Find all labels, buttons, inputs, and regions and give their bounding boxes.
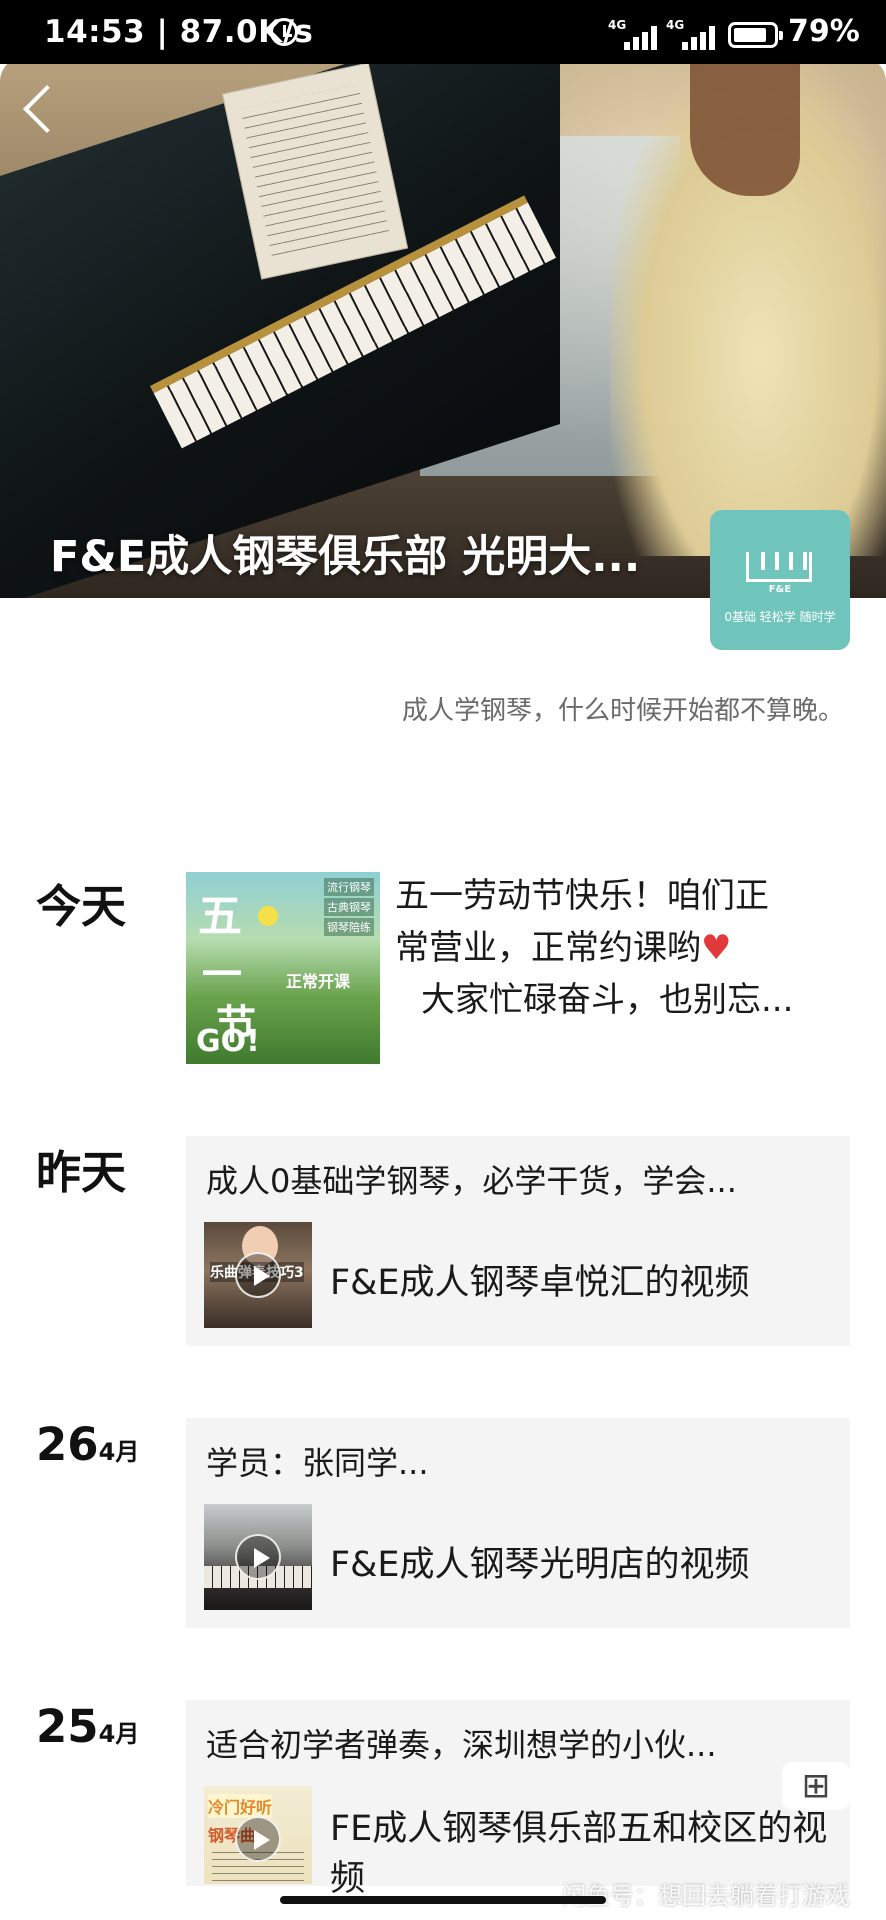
- avatar[interactable]: F&E 0基础 轻松学 随时学: [710, 510, 850, 650]
- day-label-date: 254月: [36, 1700, 139, 1753]
- post-text-line: 常营业，正常约课哟♥: [395, 922, 845, 974]
- thumb-tag: 古典钢琴: [324, 898, 374, 916]
- battery-icon: [728, 22, 783, 48]
- alarm-icon: [270, 18, 298, 46]
- day-label-today: 今天: [36, 880, 127, 933]
- battery-percent: 79%: [788, 14, 860, 49]
- video-title: F&E成人钢琴光明店的视频: [330, 1545, 750, 1585]
- signal-icon: 4G: [666, 18, 720, 50]
- pianist-hair: [690, 56, 800, 196]
- post-card[interactable]: 学员：张同学... F&E成人钢琴光明店的视频: [186, 1418, 850, 1628]
- watermark: 闲鱼号：想回去躺着打游戏: [562, 1882, 850, 1910]
- thumb-caption: 冷门好听: [208, 1794, 273, 1818]
- page-title: F&E成人钢琴俱乐部 光明大...: [50, 532, 641, 582]
- post-text[interactable]: 五一劳动节快乐！咱们正 常营业，正常约课哟♥ 大家忙碌奋斗，也别忘...: [395, 870, 845, 1026]
- post-text-segment: 常营业，正常约课哟: [395, 928, 701, 968]
- video-title: F&E成人钢琴卓悦汇的视频: [330, 1263, 750, 1303]
- thumb-text: GO!: [196, 1024, 260, 1059]
- post-card[interactable]: 成人0基础学钢琴，必学干货，学会... 乐曲弹奏技巧3 F&E成人钢琴卓悦汇的视…: [186, 1136, 850, 1346]
- video-thumbnail[interactable]: [204, 1504, 312, 1610]
- signal-icon: 4G: [608, 18, 662, 50]
- video-thumbnail[interactable]: 乐曲弹奏技巧3: [204, 1222, 312, 1328]
- status-bar: 14:53 | 87.0K/s 4G 4G 79%: [0, 0, 886, 64]
- post-text-line: 五一劳动节快乐！咱们正: [395, 876, 769, 916]
- post-text-line: 大家忙碌奋斗，也别忘...: [421, 980, 794, 1020]
- network-type: 4G: [608, 18, 627, 32]
- network-type: 4G: [666, 18, 685, 32]
- post-text: 适合初学者弹奏，深圳想学的小伙...: [206, 1726, 717, 1764]
- thumb-tag: 流行钢琴: [324, 878, 374, 896]
- heart-icon: ♥: [701, 928, 732, 968]
- logo-tagline: 0基础 轻松学 随时学: [724, 610, 836, 624]
- month-label: 4月: [98, 1438, 140, 1466]
- piano-logo-icon: [746, 552, 812, 582]
- home-indicator[interactable]: [280, 1896, 606, 1904]
- play-icon: [235, 1534, 281, 1580]
- month-label: 4月: [98, 1720, 140, 1748]
- day-number: 26: [36, 1418, 99, 1471]
- floating-grid-button[interactable]: ⊞: [782, 1762, 850, 1810]
- day-number: 25: [36, 1700, 99, 1753]
- post-text: 成人0基础学钢琴，必学干货，学会...: [206, 1162, 737, 1200]
- post-card[interactable]: 适合初学者弹奏，深圳想学的小伙... 冷门好听 钢琴曲 FE成人钢琴俱乐部五和校…: [186, 1700, 850, 1899]
- thumb-text: 五: [198, 891, 242, 942]
- thumb-caption: 正常开课: [286, 972, 351, 991]
- thumb-tag: 钢琴陪练: [324, 918, 374, 936]
- signature-motto: 成人学钢琴，什么时候开始都不算晚。: [401, 696, 844, 726]
- video-thumbnail[interactable]: 冷门好听 钢琴曲: [204, 1786, 312, 1884]
- day-label-date: 264月: [36, 1418, 139, 1471]
- logo-brand: F&E: [768, 584, 792, 595]
- post-text: 学员：张同学...: [206, 1444, 429, 1482]
- day-label-yesterday: 昨天: [36, 1146, 127, 1199]
- play-icon: [235, 1816, 281, 1862]
- play-icon: [235, 1252, 281, 1298]
- sun-icon: [258, 906, 278, 926]
- post-thumbnail[interactable]: 五 一 节 GO! 流行钢琴 古典钢琴 钢琴陪练 正常开课: [186, 872, 380, 1064]
